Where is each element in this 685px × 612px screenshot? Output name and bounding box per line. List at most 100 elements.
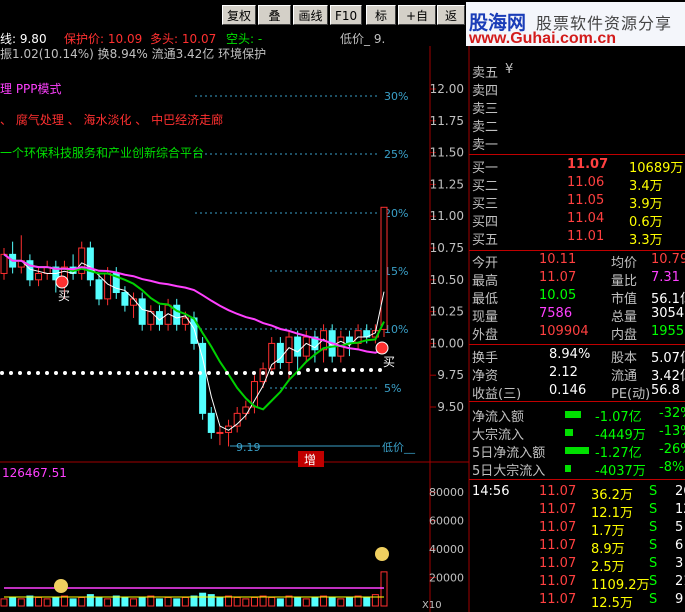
volume-bar [43,598,51,607]
volume-bar [285,595,293,607]
protection-dot [18,371,22,375]
percent-level-label: 5% [384,382,401,395]
quote-separator [469,344,685,345]
volume-tick-label: 40000 [429,543,464,556]
protection-dot [126,371,130,375]
logo-url: www.Guhai.com.cn [469,30,616,47]
volume-bar [26,595,34,607]
price-tick-label: 12.00 [430,82,464,96]
volume-bar [233,596,241,607]
volume-bar [104,598,112,607]
candle-body [0,253,8,274]
note-themes: 、 腐气处理 、 海水淡化 、 中巴经济走廊 [0,113,224,127]
volume-bar [294,596,302,607]
volume-bar [95,596,103,607]
volume-bar [311,596,319,607]
protection-dot [171,371,175,375]
protection-dot [162,371,166,375]
volume-bar [225,595,233,607]
toolbar-button[interactable]: F10 [330,5,362,25]
price-tick-label: 10.75 [430,241,464,255]
money-flow-bar [565,411,581,418]
protection-dot [180,371,184,375]
volume-bar [86,594,94,607]
volume-unit-label: X10 [422,600,442,611]
quote-stat-row: 现量7586总量305468 [472,306,685,325]
price-tick-label: 9.75 [437,368,464,382]
candle-body [216,431,224,434]
buy-label: 买 [58,289,70,303]
price-tick-label: 10.25 [430,305,464,319]
candle-body [380,206,388,330]
protection-dot [216,371,220,375]
protection-dot [36,371,40,375]
trade-tick-row: 11.0712.1万S12 [539,502,685,521]
protection-dot [225,371,229,375]
money-flow-row: 5日大宗流入 -4037万 -8% [472,460,685,479]
toolbar-button[interactable]: 画线 [293,5,328,25]
quote-panel: 卖五 ¥ 卖四 卖三 卖二 卖一 买一 11.07 10689万 买二 11.06 3.4万 买三 11.… [469,62,685,612]
trade-tick-row: 11.07 2.5万 S 3 [539,556,684,575]
volume-bar [328,596,336,607]
smiley-icon [375,547,389,561]
protection-dot [315,368,319,372]
protection-dot [288,371,292,375]
quote-fundamental-row: 换手8.94%股本5.07亿 [472,347,685,366]
trade-tick-row: 11.07 8.9万 S 6 [539,538,684,557]
volume-bar [69,598,77,607]
volume-bar [190,595,198,607]
low-price-value: 9.19 [236,441,261,454]
order-book-bid-row: 买五 11.01 3.3万 [472,229,663,248]
order-book-ask-row: 卖五 ¥ [472,62,514,81]
percent-level-label: 20% [384,207,408,220]
toolbar-button[interactable]: +自选 [398,5,436,43]
protection-dot [252,371,256,375]
quote-fundamental-row: 收益(三) 0.146 PE(动) 56.8 [472,383,680,402]
money-flow-bar [565,465,571,472]
volume-bar [371,594,379,607]
protection-dot [324,368,328,372]
volume-header-value: 126467.51 [2,466,67,480]
volume-bar [268,596,276,607]
protection-dot [135,371,139,375]
volume-bar [181,596,189,607]
volume-bar [354,595,362,607]
volume-bar [345,596,353,607]
volume-bar [9,596,17,607]
candle-body [207,412,215,433]
candle-body [35,272,43,281]
low-price-label: 低价__ [382,441,415,454]
volume-bar [199,592,207,607]
candle-body [138,298,146,325]
order-book-bid-row: 买二 11.06 3.4万 [472,175,663,194]
protection-dot [360,368,364,372]
toolbar-button[interactable]: 标记 [366,5,396,43]
candle-body [294,336,302,357]
percent-level-label: 25% [384,148,408,161]
toolbar-button[interactable]: 复权 [222,5,256,25]
stock-summary-line: 振1.02(10.14%) 换8.94% 流通3.42亿 环境保护 [0,47,267,61]
volume-bar [78,596,86,607]
increase-label: 增 [304,453,316,467]
protection-dot [90,371,94,375]
volume-bar [216,596,224,607]
toolbar-button[interactable]: 返回 [437,5,465,43]
protection-dot [72,371,76,375]
protection-dot [351,368,355,372]
buy-marker-icon [375,341,389,355]
toolbar-button[interactable]: 叠加 [258,5,291,43]
quote-stat-row: 外盘109904内盘195564 [472,324,685,343]
order-book-bid-row: 买一 11.07 10689万 [472,157,684,176]
volume-bar [17,598,25,607]
protection-dot [279,371,283,375]
price-tick-label: 11.00 [430,209,464,223]
price-tick-label: 11.25 [430,177,464,191]
protection-dot [333,368,337,372]
percent-level-label: 30% [384,90,408,103]
candle-body [199,342,207,414]
site-logo: 股海网 股票软件资源分享 www.Guhai.com.cn [466,2,685,47]
volume-bar [276,598,284,607]
protection-dot [369,368,373,372]
quote-separator [469,154,685,155]
quote-stat-row: 最低10.05市值56.1亿 [472,288,685,307]
